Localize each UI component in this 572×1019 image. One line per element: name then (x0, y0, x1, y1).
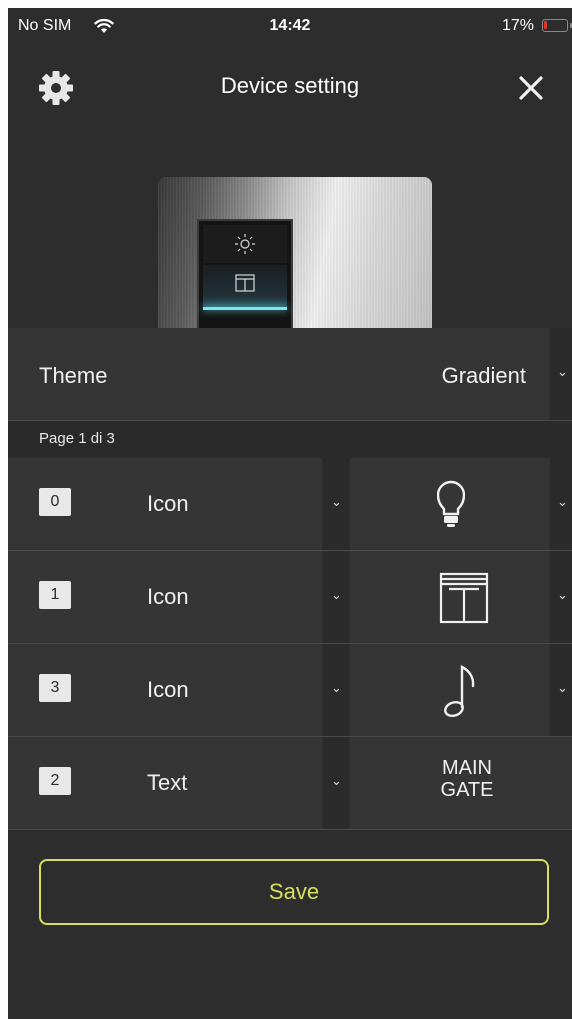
slot-text-line: GATE (440, 779, 494, 801)
chevron-down-icon: ⌄ (557, 680, 568, 695)
chevron-down-icon: ⌄ (557, 364, 568, 379)
battery-icon (542, 19, 572, 32)
chevron-down-icon: ⌄ (331, 773, 342, 788)
battery-level (544, 21, 547, 29)
brightness-icon (235, 234, 255, 254)
close-icon (519, 76, 543, 100)
keypad-panel (197, 219, 293, 329)
window-blinds-icon (439, 572, 489, 624)
slot-row: 1 Icon ⌄ ⌄ (8, 551, 572, 644)
device-preview-image (158, 177, 432, 329)
theme-label: Theme (39, 363, 108, 388)
theme-value: Gradient (441, 363, 526, 388)
slot-icon-picker[interactable] (351, 551, 549, 643)
slot-number: 1 (39, 581, 71, 609)
save-button[interactable]: Save (39, 859, 549, 925)
page-indicator-bar: Page 1 di 3 (8, 421, 572, 457)
slot-row: 0 Icon ⌄ ⌄ (8, 458, 572, 551)
slot-type-value[interactable]: Text (147, 770, 187, 796)
slot-text-line: MAIN (442, 757, 492, 779)
slot-number: 0 (39, 488, 71, 516)
slot-row: 2 Text ⌄ MAIN GATE (8, 737, 572, 830)
slot-icon-dropdown[interactable]: ⌄ (550, 458, 572, 550)
chevron-down-icon: ⌄ (331, 680, 342, 695)
close-button[interactable] (513, 70, 549, 106)
slot-text-value[interactable]: MAIN GATE (351, 757, 572, 801)
slot-icon-dropdown[interactable]: ⌄ (550, 551, 572, 643)
slot-icon-dropdown[interactable]: ⌄ (550, 644, 572, 736)
slot-type-value[interactable]: Icon (147, 491, 189, 517)
chevron-down-icon: ⌄ (331, 494, 342, 509)
slot-number: 3 (39, 674, 71, 702)
window-blinds-icon (235, 274, 255, 292)
slot-icon-picker[interactable] (351, 644, 549, 736)
chevron-down-icon: ⌄ (331, 587, 342, 602)
chevron-down-icon: ⌄ (557, 494, 568, 509)
chevron-down-icon: ⌄ (557, 587, 568, 602)
battery-percent: 17% (501, 17, 534, 34)
slot-row: 3 Icon ⌄ ⌄ (8, 644, 572, 737)
slot-number: 2 (39, 767, 71, 795)
header: Device setting (8, 58, 572, 118)
slot-type-dropdown[interactable]: ⌄ (322, 737, 350, 829)
theme-dropdown[interactable]: ⌄ (550, 328, 572, 420)
slot-type-dropdown[interactable]: ⌄ (322, 458, 350, 550)
clock: 14:42 (269, 17, 311, 34)
slot-type-value[interactable]: Icon (147, 677, 189, 703)
slot-type-value[interactable]: Icon (147, 584, 189, 610)
slot-icon-picker[interactable] (351, 458, 549, 550)
slot-type-dropdown[interactable]: ⌄ (322, 644, 350, 736)
music-note-icon (444, 665, 475, 718)
status-bar: No SIM 14:42 17% (8, 8, 572, 48)
page-indicator: Page 1 di 3 (39, 430, 115, 447)
device-setting-screen: No SIM 14:42 17% Device setting Theme Gr… (8, 8, 572, 1019)
theme-selector[interactable]: Theme Gradient ⌄ (8, 328, 572, 421)
lightbulb-icon (437, 480, 465, 527)
page-title: Device setting (220, 73, 360, 98)
slot-type-dropdown[interactable]: ⌄ (322, 551, 350, 643)
